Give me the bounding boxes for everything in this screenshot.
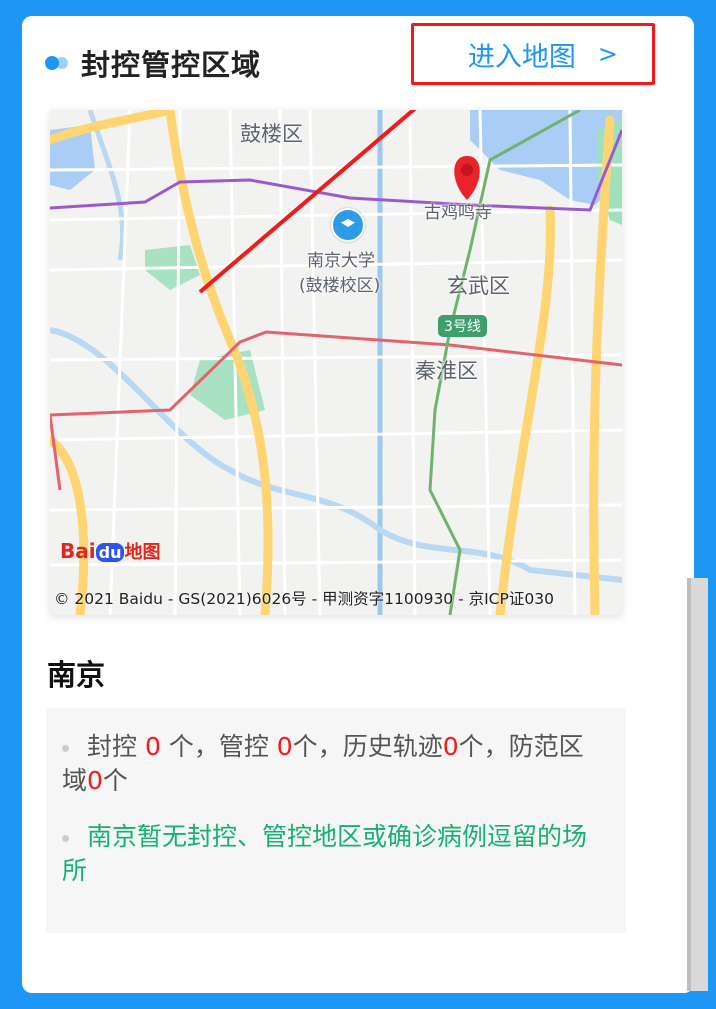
- section-title: 封控管控区域: [81, 48, 262, 82]
- enter-map-button[interactable]: 进入地图 >: [411, 23, 655, 85]
- stats-line: 封控 0 个，管控 0个，历史轨迹0个，防范区域0个: [62, 732, 584, 795]
- map-label-nju-1: 南京大学: [307, 251, 375, 271]
- metro-badge: 3号线: [438, 315, 487, 337]
- controlled-count: 0: [276, 732, 293, 761]
- university-icon: [331, 208, 365, 242]
- enter-map-label: 进入地图: [467, 41, 576, 73]
- map-label-gujiming: 古鸡鸣寺: [424, 203, 492, 223]
- notice-line: 南京暂无封控、管控地区或确诊病例逗留的场所: [62, 822, 588, 885]
- city-name: 南京: [47, 658, 106, 692]
- bullet-icon: [62, 744, 69, 752]
- map-label-nju-2: (鼓楼校区): [299, 276, 381, 296]
- river-3: [87, 110, 126, 261]
- map-pin-icon[interactable]: [454, 156, 480, 200]
- map-view[interactable]: 鼓楼区 古鸡鸣寺 南京大学 (鼓楼校区) 玄武区 3号线 秦淮区 Bai du 地图…: [50, 110, 622, 615]
- info-box: 封控 0 个，管控 0个，历史轨迹0个，防范区域0个 南京暂无封控、管控地区或确…: [46, 708, 626, 933]
- chevron-right-icon: >: [597, 40, 618, 68]
- bullet-icon: [62, 834, 69, 842]
- sealed-count: 0: [144, 732, 161, 761]
- map-copyright: © 2021 Baidu - GS(2021)6026号 - 甲测资字11009…: [54, 590, 554, 608]
- baidu-logo: Bai du 地图: [60, 539, 161, 563]
- map-label-xuanwu: 玄武区: [447, 274, 510, 298]
- scrollbar[interactable]: [687, 578, 708, 991]
- history-count: 0: [442, 732, 459, 761]
- map-label-gulou: 鼓楼区: [240, 122, 303, 146]
- prevent-count: 0: [87, 766, 103, 795]
- title-dot-icon: [45, 56, 59, 70]
- map-label-qinhuai: 秦淮区: [415, 359, 478, 383]
- section-header: 封控管控区域: [45, 38, 261, 88]
